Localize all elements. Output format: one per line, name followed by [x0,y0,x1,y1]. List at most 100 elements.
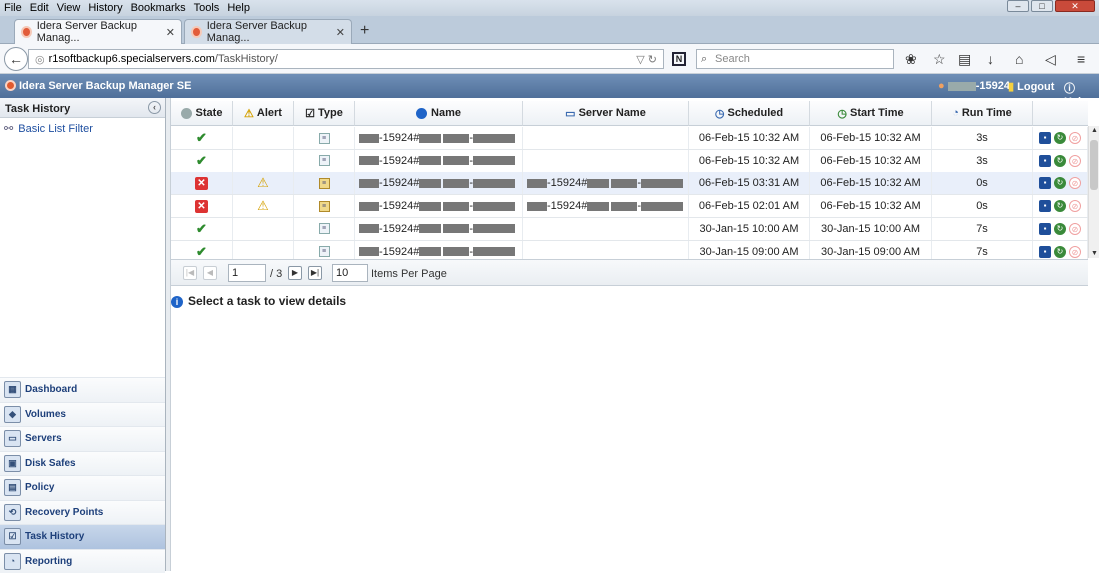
table-row[interactable]: ✔≡-15924#-06-Feb-15 10:32 AM06-Feb-15 10… [171,127,1088,150]
redacted-text [419,202,441,211]
run-again-icon[interactable]: ↻ [1054,132,1066,144]
menu-help[interactable]: Help [223,2,254,14]
new-tab-icon[interactable]: + [360,22,369,40]
cancel-task-icon[interactable]: ⊘ [1069,223,1081,235]
col-state[interactable]: State [171,101,233,126]
menu-view[interactable]: View [53,2,85,14]
tab-strip: Idera Server Backup Manag... ✕ Idera Ser… [0,16,1099,44]
basic-list-filter-link[interactable]: ⚯ Basic List Filter [4,122,93,135]
tab-inactive[interactable]: Idera Server Backup Manag... ✕ [184,19,352,44]
reading-list-icon[interactable]: ▤ [958,51,971,68]
run-again-icon[interactable]: ↻ [1054,200,1066,212]
scroll-thumb[interactable] [1090,140,1098,190]
logout-link[interactable]: ▮ Logout [1008,80,1054,93]
col-actions [1033,101,1088,126]
back-button[interactable]: ← [4,47,28,71]
disk-safe-icon: ▣ [4,455,21,472]
save-disk-icon[interactable]: ▪ [1039,246,1051,258]
cancel-task-icon[interactable]: ⊘ [1069,177,1081,189]
n-extension-icon[interactable]: N [672,52,686,66]
menu-history[interactable]: History [84,2,126,14]
nav-servers[interactable]: ▭Servers [0,426,165,451]
col-label: Type [318,107,343,119]
run-again-icon[interactable]: ↻ [1054,223,1066,235]
url-bar[interactable]: ◎ r1softbackup6.specialservers.com /Task… [28,49,664,69]
tab-close-icon[interactable]: ✕ [336,26,345,39]
logout-label: Logout [1017,81,1054,93]
menu-tools[interactable]: Tools [190,2,224,14]
run-again-icon[interactable]: ↻ [1054,177,1066,189]
policy-icon: ▤ [4,479,21,496]
search-input[interactable]: ⌕ Search [696,49,894,69]
page-number-input[interactable]: 1 [228,264,266,282]
col-alert[interactable]: ⚠Alert [233,101,294,126]
redacted-text [443,179,469,188]
save-disk-icon[interactable]: ▪ [1039,223,1051,235]
cell-server-name [523,127,689,149]
redacted-text [473,224,515,233]
url-path: /TaskHistory/ [215,53,278,65]
table-row[interactable]: ✔≡-15924#-30-Jan-15 10:00 AM30-Jan-15 10… [171,218,1088,241]
menu-edit[interactable]: Edit [26,2,53,14]
save-disk-icon[interactable]: ▪ [1039,177,1051,189]
nav-volumes[interactable]: ◆Volumes [0,402,165,427]
save-disk-icon[interactable]: ▪ [1039,200,1051,212]
next-page-button[interactable]: ▶ [288,266,302,280]
last-page-button[interactable]: ▶| [308,266,322,280]
grid-scrollbar[interactable]: ▲ ▼ [1088,126,1099,258]
col-scheduled[interactable]: ◷Scheduled [689,101,810,126]
redacted-text [527,179,547,188]
prev-page-button[interactable]: ◀ [203,266,217,280]
table-row[interactable]: ✕⚠≡-15924#--15924#-06-Feb-15 02:01 AM06-… [171,195,1088,218]
collapse-panel-icon[interactable]: ‹ [148,101,161,114]
items-per-page-input[interactable]: 10 [332,264,368,282]
save-disk-icon[interactable]: ▪ [1039,132,1051,144]
reload-icon[interactable]: ▽ ↻ [636,53,657,66]
close-window-button[interactable]: ✕ [1055,0,1095,12]
run-again-icon[interactable]: ↻ [1054,155,1066,167]
col-name[interactable]: Name [355,101,523,126]
cancel-task-icon[interactable]: ⊘ [1069,155,1081,167]
nav-task-history[interactable]: ☑Task History [0,524,165,549]
menu-file[interactable]: File [0,2,26,14]
col-start-time[interactable]: ◷Start Time [810,101,932,126]
col-type[interactable]: ☑Type [294,101,355,126]
run-again-icon[interactable]: ↻ [1054,246,1066,258]
nav-recovery-points[interactable]: ⟲Recovery Points [0,500,165,525]
tab-active[interactable]: Idera Server Backup Manag... ✕ [14,19,182,44]
nav-policy[interactable]: ▤Policy [0,475,165,500]
hamburger-menu-icon[interactable]: ≡ [1077,51,1085,67]
table-row[interactable]: ✕⚠≡-15924#--15924#-06-Feb-15 03:31 AM06-… [171,172,1088,195]
col-server-name[interactable]: ▭Server Name [523,101,689,126]
download-icon[interactable]: ↓ [987,51,994,67]
first-page-button[interactable]: |◀ [183,266,197,280]
minimize-button[interactable]: – [1007,0,1029,12]
addon-icon[interactable]: ❀ [905,51,917,68]
nav-disk-safes[interactable]: ▣Disk Safes [0,451,165,476]
home-icon[interactable]: ⌂ [1015,51,1023,67]
redacted-text [473,134,515,143]
col-run-time[interactable]: ◔Run Time [932,101,1033,126]
scroll-up-icon[interactable]: ▲ [1091,127,1098,134]
nav-label: Volumes [25,409,66,420]
cancel-task-icon[interactable]: ⊘ [1069,200,1081,212]
send-icon[interactable]: ◁ [1045,51,1056,68]
nav-label: Task History [25,531,84,542]
stopwatch-icon: ◔ [952,107,959,119]
bookmark-star-icon[interactable]: ☆ [933,51,946,68]
col-label: State [196,107,223,119]
menu-bookmarks[interactable]: Bookmarks [127,2,190,14]
table-row[interactable]: ✔≡-15924#-06-Feb-15 10:32 AM06-Feb-15 10… [171,150,1088,173]
cancel-task-icon[interactable]: ⊘ [1069,132,1081,144]
save-disk-icon[interactable]: ▪ [1039,155,1051,167]
nav-dashboard[interactable]: ▦Dashboard [0,377,165,402]
tab-close-icon[interactable]: ✕ [166,26,175,39]
maximize-button[interactable]: □ [1031,0,1053,12]
scroll-down-icon[interactable]: ▼ [1091,250,1098,257]
name-text: -15924# [379,155,419,167]
sidebar-title: Task History [5,103,70,115]
user-menu[interactable]: ● -15924 [938,80,1010,92]
cancel-task-icon[interactable]: ⊘ [1069,246,1081,258]
name-text: -15924# [379,132,419,144]
nav-reporting[interactable]: ◔Reporting [0,549,165,573]
